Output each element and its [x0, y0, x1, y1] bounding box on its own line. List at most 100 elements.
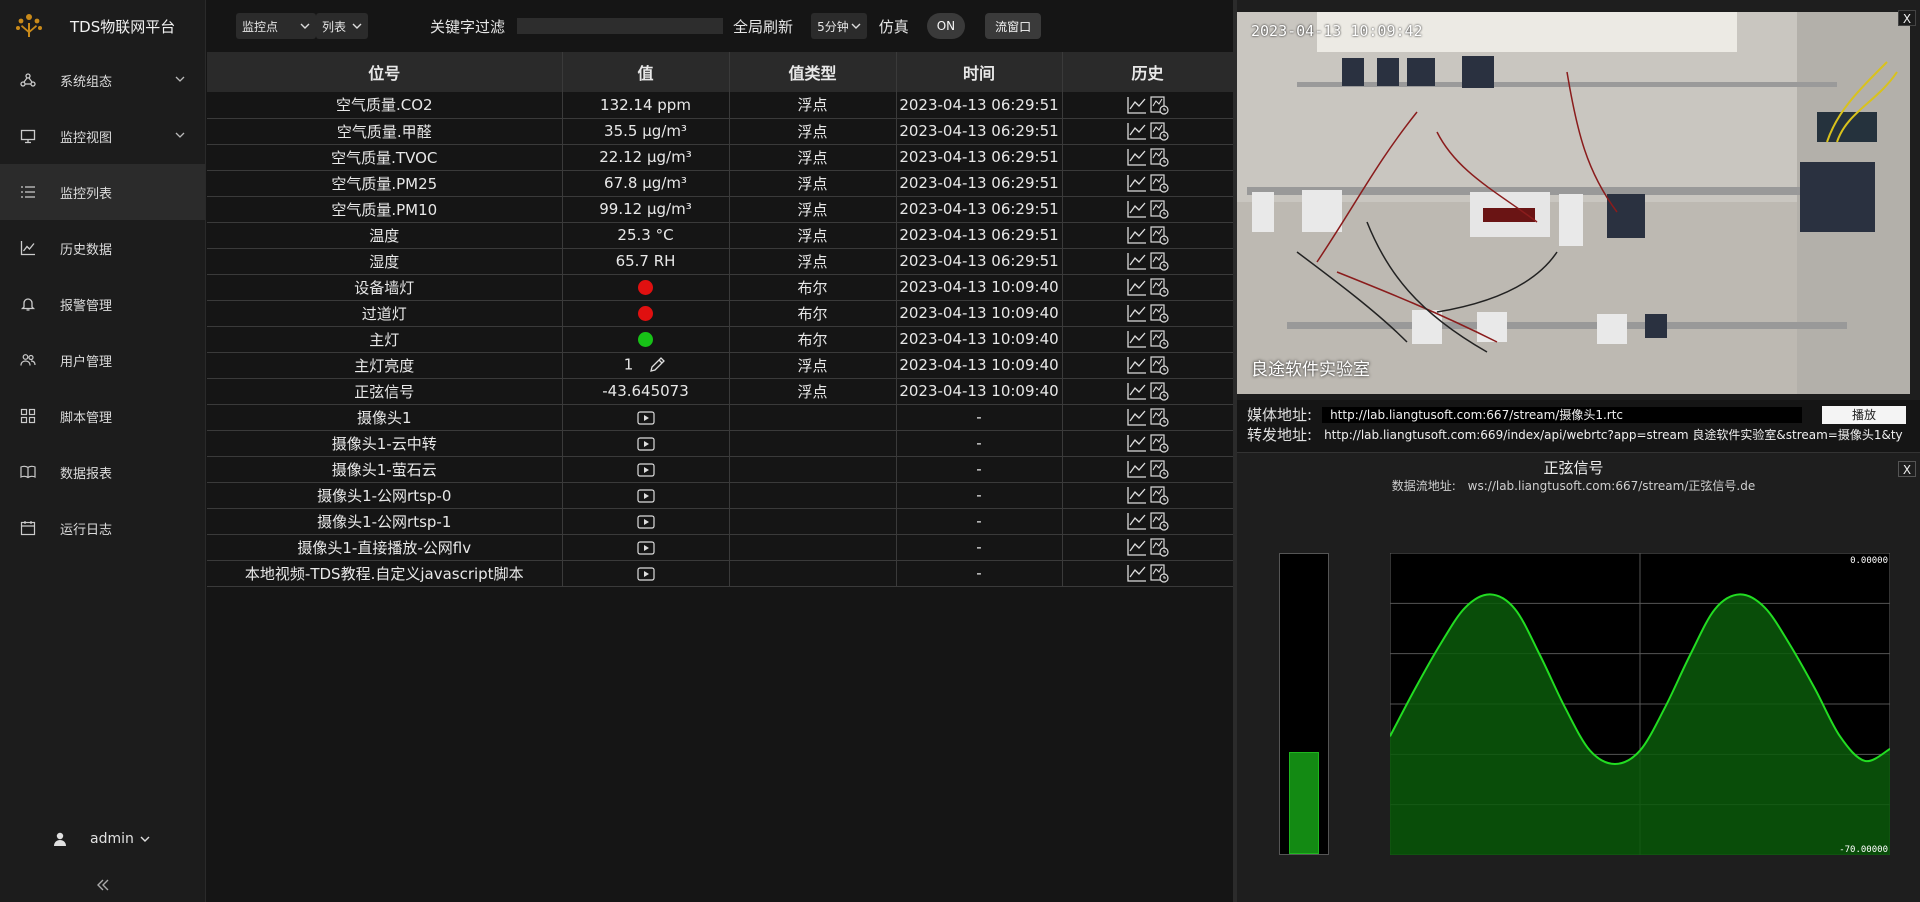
cell-history[interactable] [1062, 404, 1234, 431]
simulation-toggle[interactable]: ON [926, 13, 966, 39]
cell-history[interactable] [1062, 482, 1234, 509]
table-row[interactable]: 温度 25.3 °C 浮点 2023-04-13 06:29:51 [207, 222, 1234, 249]
table-row[interactable]: 空气质量.甲醛 35.5 μg/m³ 浮点 2023-04-13 06:29:51 [207, 118, 1234, 145]
sidebar-item[interactable]: 脚本管理 [0, 388, 205, 444]
cell-history[interactable] [1062, 248, 1234, 275]
table-row[interactable]: 空气质量.PM10 99.12 μg/m³ 浮点 2023-04-13 06:29:5… [207, 196, 1234, 223]
cell-time: 2023-04-13 06:29:51 [896, 170, 1063, 197]
cell-tag: 空气质量.CO2 [207, 92, 563, 119]
cell-history[interactable] [1062, 144, 1234, 171]
table-row[interactable]: 摄像头1 - [207, 404, 1234, 431]
play-video-icon[interactable] [636, 488, 655, 503]
table-row[interactable]: 空气质量.TVOC 22.12 μg/m³ 浮点 2023-04-13 06:29:5… [207, 144, 1234, 171]
cell-history[interactable] [1062, 222, 1234, 249]
cell-value-container[interactable] [562, 404, 730, 431]
video-close-button[interactable]: X [1898, 10, 1916, 26]
media-address-field[interactable]: http://lab.liangtusoft.com:667/stream/摄像… [1322, 406, 1803, 423]
cell-value-container[interactable]: 1 [562, 352, 730, 379]
cell-value-container[interactable] [562, 430, 730, 457]
cell-history[interactable] [1062, 170, 1234, 197]
table-row[interactable]: 摄像头1-公网rtsp-0 - [207, 482, 1234, 509]
sidebar-item[interactable]: 系统组态 [0, 52, 205, 108]
cell-tag: 温度 [207, 222, 563, 249]
cell-history[interactable] [1062, 560, 1234, 587]
view-select[interactable]: 列表 [316, 13, 369, 39]
cell-history[interactable] [1062, 352, 1234, 379]
cell-history[interactable] [1062, 118, 1234, 145]
table-row[interactable]: 正弦信号 -43.645073 浮点 2023-04-13 10:09:40 [207, 378, 1234, 405]
sidebar-item[interactable]: 运行日志 [0, 500, 205, 556]
cell-type: 浮点 [729, 92, 897, 119]
chevron-down-icon [851, 23, 861, 29]
play-button[interactable]: 播放 [1822, 405, 1907, 424]
cell-history[interactable] [1062, 300, 1234, 327]
cell-history[interactable] [1062, 456, 1234, 483]
table-row[interactable]: 摄像头1-直接播放-公网flv - [207, 534, 1234, 561]
cell-value: 99.12 μg/m³ [599, 200, 692, 218]
status-dot [638, 280, 653, 295]
keyword-filter-input[interactable] [517, 18, 724, 34]
trend-chart-icon [1126, 96, 1146, 114]
cell-value-container[interactable] [562, 456, 730, 483]
trend-chart-icon [1126, 253, 1146, 270]
toolbar: 监控点 列表 关键字过滤 全局刷新 5分钟 仿真 ON 流窗口 [207, 0, 1232, 52]
play-video-icon[interactable] [636, 410, 655, 425]
column-header-tag[interactable]: 位号 [207, 52, 563, 92]
table-row[interactable]: 空气质量.CO2 132.14 ppm 浮点 2023-04-13 06:29:51 [207, 92, 1234, 119]
table-row[interactable]: 本地视频-TDS教程.自定义javascript脚本 - [207, 560, 1234, 587]
play-video-icon[interactable] [636, 436, 655, 451]
scope-select[interactable]: 监控点 [236, 13, 317, 39]
stream-window-button[interactable]: 流窗口 [985, 13, 1042, 39]
cell-value-container[interactable] [562, 534, 730, 561]
column-header-value[interactable]: 值 [562, 52, 730, 92]
cell-type: 浮点 [729, 170, 897, 197]
user-menu[interactable]: admin [0, 824, 206, 854]
table-row[interactable]: 摄像头1-云中转 - [207, 430, 1234, 457]
camera-video[interactable]: 2023-04-13 10:09:42 良途软件实验室 [1237, 12, 1910, 394]
cell-type [729, 560, 897, 587]
refresh-interval-select[interactable]: 5分钟 [811, 13, 867, 39]
cell-value-container[interactable] [562, 508, 730, 535]
cell-time: 2023-04-13 06:29:51 [896, 118, 1063, 145]
column-header-time[interactable]: 时间 [896, 52, 1063, 92]
sidebar-item[interactable]: 用户管理 [0, 332, 205, 388]
edit-pencil-icon[interactable] [647, 355, 667, 375]
cell-history[interactable] [1062, 326, 1234, 353]
table-row[interactable]: 过道灯 布尔 2023-04-13 10:09:40 [207, 300, 1234, 327]
history-clock-icon [1149, 486, 1169, 505]
cell-value-container[interactable] [562, 482, 730, 509]
play-video-icon[interactable] [636, 514, 655, 529]
cell-history[interactable] [1062, 430, 1234, 457]
history-clock-icon [1149, 512, 1169, 531]
play-video-icon[interactable] [636, 540, 655, 555]
table-row[interactable]: 设备墙灯 布尔 2023-04-13 10:09:40 [207, 274, 1234, 301]
cell-history[interactable] [1062, 508, 1234, 535]
column-header-history[interactable]: 历史 [1062, 52, 1234, 92]
sidebar-item[interactable]: 历史数据 [0, 220, 205, 276]
chart-close-button[interactable]: X [1898, 461, 1916, 477]
sidebar-item[interactable]: 监控列表 [0, 164, 205, 220]
forward-address-url[interactable]: http://lab.liangtusoft.com:669/index/api… [1324, 426, 1903, 443]
sidebar-item[interactable]: 数据报表 [0, 444, 205, 500]
cell-time: 2023-04-13 10:09:40 [896, 352, 1063, 379]
table-row[interactable]: 主灯亮度 1 浮点 2023-04-13 10:09:40 [207, 352, 1234, 379]
table-row[interactable]: 湿度 65.7 RH 浮点 2023-04-13 06:29:51 [207, 248, 1234, 275]
history-clock-icon [1149, 304, 1169, 323]
cell-history[interactable] [1062, 378, 1234, 405]
column-header-type[interactable]: 值类型 [729, 52, 897, 92]
table-row[interactable]: 主灯 布尔 2023-04-13 10:09:40 [207, 326, 1234, 353]
cell-history[interactable] [1062, 534, 1234, 561]
play-video-icon[interactable] [636, 462, 655, 477]
sidebar-item[interactable]: 报警管理 [0, 276, 205, 332]
cell-history[interactable] [1062, 196, 1234, 223]
cell-history[interactable] [1062, 92, 1234, 119]
table-row[interactable]: 摄像头1-萤石云 - [207, 456, 1234, 483]
cell-tag: 空气质量.PM10 [207, 196, 563, 223]
cell-value-container[interactable] [562, 560, 730, 587]
table-row[interactable]: 空气质量.PM25 67.8 μg/m³ 浮点 2023-04-13 06:29:51 [207, 170, 1234, 197]
play-video-icon[interactable] [636, 566, 655, 581]
cell-history[interactable] [1062, 274, 1234, 301]
table-row[interactable]: 摄像头1-公网rtsp-1 - [207, 508, 1234, 535]
sidebar-item[interactable]: 监控视图 [0, 108, 205, 164]
collapse-sidebar-icon[interactable] [94, 876, 112, 894]
